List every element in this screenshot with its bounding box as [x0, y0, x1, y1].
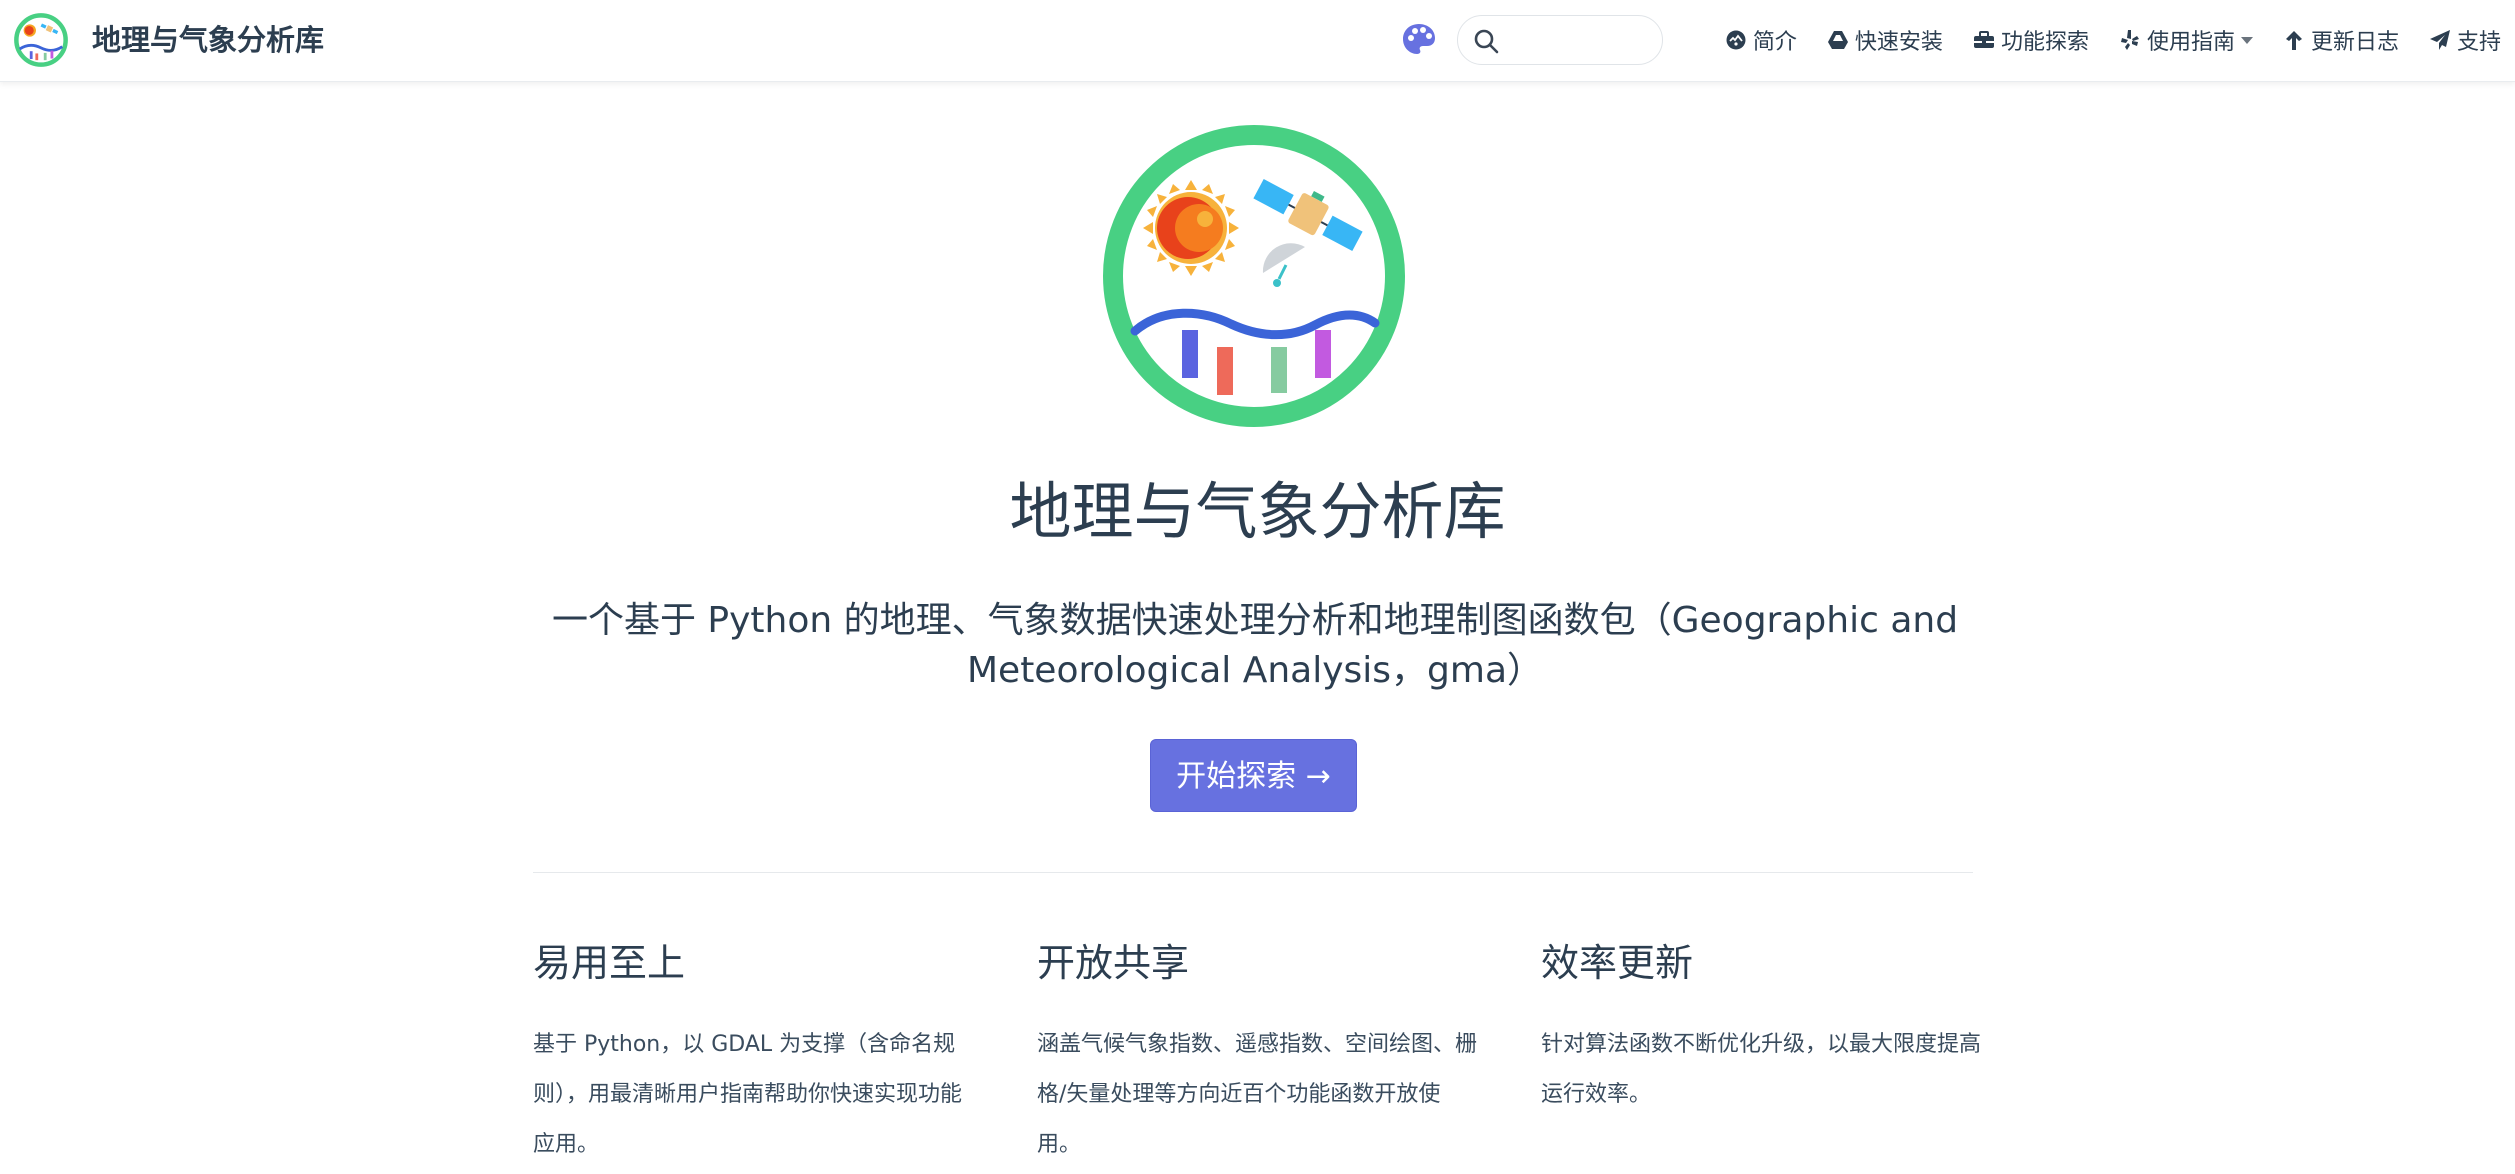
nav-item-label: 支持 — [2456, 30, 2501, 55]
nav-item-install[interactable]: 快速安装 — [1827, 24, 1943, 56]
brand-title[interactable]: 地理与气象分析库 — [92, 20, 324, 60]
paper-plane-icon — [2429, 30, 2450, 50]
nav-links: 简介 快速安装 功能探索 使用指南 更新日志 支持 — [1695, 0, 2501, 80]
chevron-down-icon — [2240, 36, 2253, 44]
nav-item-label: 使用指南 — [2146, 30, 2235, 55]
feature-details: 针对算法函数不断优化升级，以最大限度提高运行效率。 — [1541, 1032, 1982, 1107]
nav-item-guide[interactable]: 使用指南 — [2119, 24, 2253, 56]
hero-logo-icon — [1103, 125, 1405, 427]
feature-card: 开放共享 涵盖气候气象指数、遥感指数、空间绘图、栅格/矢量处理等方向近百个功能函… — [1037, 928, 1477, 1170]
feature-title: 效率更新 — [1541, 941, 1694, 985]
hero-description: 一个基于 Python 的地理、气象数据快速处理分析和地理制图函数包（Geogr… — [551, 600, 1959, 691]
navbar: 地理与气象分析库 简介 快速安装 功能探索 使用指南 更新日志 支持 — [0, 0, 2515, 82]
nav-item-label: 快速安装 — [1854, 30, 1943, 55]
nav-item-label: 功能探索 — [2000, 30, 2089, 55]
nav-item-label: 更新日志 — [2310, 30, 2399, 55]
feature-card: 易用至上 基于 Python，以 GDAL 为支撑（含命名规则），用最清晰用户指… — [533, 928, 973, 1170]
nav-item-label: 简介 — [1752, 30, 1797, 55]
nav-item-support[interactable]: 支持 — [2429, 24, 2501, 56]
search-input[interactable] — [1506, 24, 1655, 58]
nav-item-features[interactable]: 功能探索 — [1973, 24, 2089, 56]
search-box[interactable] — [1457, 15, 1663, 65]
start-explore-button[interactable]: 开始探索 → — [1150, 739, 1357, 812]
brand-logo-icon[interactable] — [13, 12, 69, 68]
palette-icon[interactable] — [1401, 21, 1437, 57]
toolbox-icon — [1973, 31, 1994, 48]
feature-card: 效率更新 针对算法函数不断优化升级，以最大限度提高运行效率。 — [1541, 928, 1981, 1120]
feature-details: 基于 Python，以 GDAL 为支撑（含命名规则），用最清晰用户指南帮助你快… — [533, 1032, 963, 1157]
arrow-up-icon — [2285, 31, 2302, 50]
globe-icon — [1726, 30, 1746, 50]
nav-item-changelog[interactable]: 更新日志 — [2283, 24, 2399, 56]
nav-item-intro[interactable]: 简介 — [1725, 24, 1797, 56]
feature-title: 易用至上 — [533, 941, 686, 985]
feature-details: 涵盖气候气象指数、遥感指数、空间绘图、栅格/矢量处理等方向近百个功能函数开放使用… — [1037, 1032, 1478, 1157]
drive-icon — [1827, 31, 1848, 49]
hero-title: 地理与气象分析库 — [1009, 475, 1506, 548]
divider — [533, 872, 1973, 873]
yelp-icon — [2120, 30, 2139, 50]
feature-title: 开放共享 — [1037, 941, 1190, 985]
search-icon — [1474, 29, 1499, 54]
